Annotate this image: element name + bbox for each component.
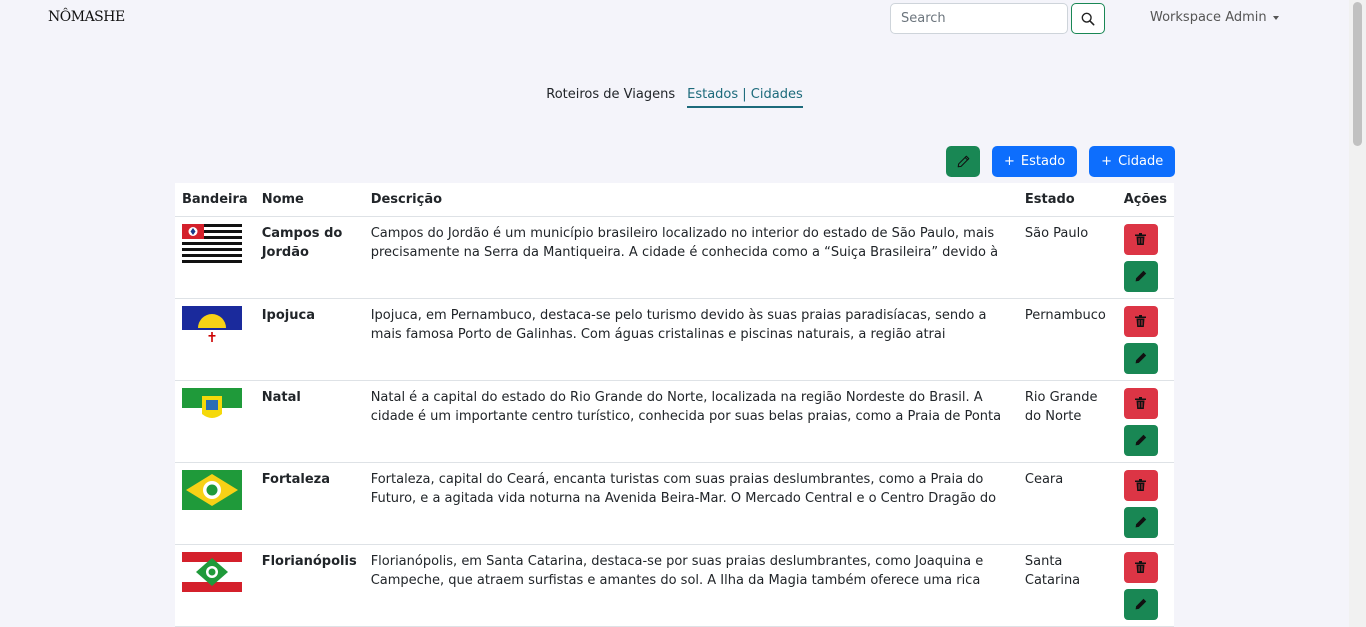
pernambuco-flag [182, 305, 242, 346]
delete-button[interactable] [1123, 469, 1158, 501]
trash-icon [1135, 479, 1147, 491]
pencil-icon [957, 155, 969, 168]
delete-button[interactable] [1123, 551, 1158, 583]
brand-logo[interactable]: NÔMASHE [48, 9, 125, 25]
flag-cell [175, 298, 255, 381]
tab-roteiros[interactable]: Roteiros de Viagens [546, 87, 675, 108]
trash-icon [1135, 561, 1147, 573]
navbar: NÔMASHE Workspace Admin [0, 0, 1349, 38]
city-description: Campos do Jordão é um município brasilei… [363, 216, 1018, 299]
header-state: Estado [1017, 183, 1117, 217]
flag-cell [175, 216, 255, 299]
header-actions: Ações [1116, 183, 1174, 217]
city-name: Ipojuca [254, 298, 364, 381]
edit-row-button[interactable] [1123, 260, 1158, 292]
city-state: Rio Grande do Norte [1017, 380, 1117, 463]
search-button[interactable] [1071, 3, 1105, 34]
search-icon [1081, 12, 1095, 25]
table-row: Natal Natal é a capital do estado do Rio… [175, 380, 1174, 463]
city-name: Fortaleza [254, 462, 364, 545]
scrollbar-thumb[interactable] [1353, 2, 1362, 146]
header-name: Nome [254, 183, 364, 217]
city-state: Pernambuco [1017, 298, 1117, 381]
add-city-label: Cidade [1118, 154, 1164, 169]
trash-icon [1135, 397, 1147, 409]
table-row: Ipojuca Ipojuca, em Pernambuco, destaca-… [175, 298, 1174, 381]
city-name: Florianópolis [254, 544, 364, 627]
city-name: Natal [254, 380, 364, 463]
ceara-flag [182, 469, 242, 510]
table-row: Florianópolis Florianópolis, em Santa Ca… [175, 544, 1174, 627]
actions-cell [1116, 380, 1174, 463]
edit-row-button[interactable] [1123, 506, 1158, 538]
city-description: Ipojuca, em Pernambuco, destaca-se pelo … [363, 298, 1018, 381]
cities-table: Bandeira Nome Descrição Estado Ações Cam… [175, 183, 1174, 627]
actions-cell [1116, 216, 1174, 299]
actions-cell [1116, 298, 1174, 381]
city-state: São Paulo [1017, 216, 1117, 299]
santa-catarina-flag [182, 551, 242, 592]
city-description: Natal é a capital do estado do Rio Grand… [363, 380, 1018, 463]
header-description: Descrição [363, 183, 1018, 217]
edit-row-button[interactable] [1123, 342, 1158, 374]
edit-button[interactable] [946, 146, 980, 177]
pencil-icon [1135, 516, 1146, 528]
user-menu-dropdown[interactable]: Workspace Admin [1150, 10, 1279, 25]
sao-paulo-flag [182, 223, 242, 264]
city-name: Campos do Jordão [254, 216, 364, 299]
city-description: Fortaleza, capital do Ceará, encanta tur… [363, 462, 1018, 545]
add-state-label: Estado [1020, 154, 1066, 169]
plus-icon: + [1004, 154, 1015, 169]
rio-grande-do-norte-flag [182, 387, 242, 428]
trash-icon [1135, 315, 1147, 327]
delete-button[interactable] [1123, 305, 1158, 337]
add-city-button[interactable]: + Cidade [1089, 146, 1176, 177]
user-menu-label: Workspace Admin [1150, 10, 1267, 25]
pencil-icon [1135, 270, 1146, 282]
plus-icon: + [1101, 154, 1113, 169]
flag-cell [175, 380, 255, 463]
scrollbar[interactable] [1349, 0, 1366, 627]
edit-row-button[interactable] [1123, 588, 1158, 620]
pencil-icon [1135, 598, 1146, 610]
table-header-row: Bandeira Nome Descrição Estado Ações [175, 183, 1174, 217]
section-tabs: Roteiros de Viagens Estados | Cidades [0, 87, 1349, 108]
city-state: Ceara [1017, 462, 1117, 545]
delete-button[interactable] [1123, 223, 1158, 255]
pencil-icon [1135, 434, 1146, 446]
delete-button[interactable] [1123, 387, 1158, 419]
search-input[interactable] [890, 3, 1068, 34]
edit-row-button[interactable] [1123, 424, 1158, 456]
flag-cell [175, 544, 255, 627]
tab-estados-cidades[interactable]: Estados | Cidades [687, 87, 803, 108]
table-row: Campos do Jordão Campos do Jordão é um m… [175, 216, 1174, 299]
flag-cell [175, 462, 255, 545]
city-description: Florianópolis, em Santa Catarina, destac… [363, 544, 1018, 627]
header-flag: Bandeira [175, 183, 255, 217]
actions-cell [1116, 462, 1174, 545]
actions-cell [1116, 544, 1174, 627]
caret-down-icon [1272, 15, 1279, 20]
toolbar: + Estado + Cidade [946, 146, 1176, 177]
trash-icon [1135, 233, 1147, 245]
city-state: Santa Catarina [1017, 544, 1117, 627]
pencil-icon [1135, 352, 1146, 364]
table-row: Fortaleza Fortaleza, capital do Ceará, e… [175, 462, 1174, 545]
add-state-button[interactable]: + Estado [992, 146, 1078, 177]
